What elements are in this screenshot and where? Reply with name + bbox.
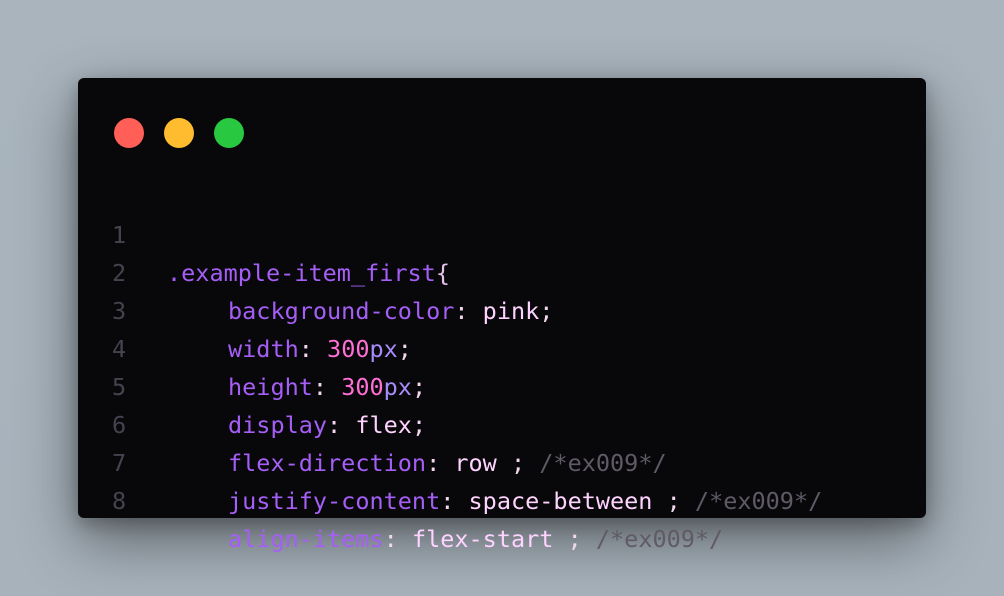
- line-content: align-items: flex-start ; /*ex009*/: [167, 520, 723, 558]
- code-line: 4 height: 300px;: [78, 292, 926, 401]
- code-line: 5 display: flex;: [78, 330, 926, 439]
- code-line: 8 align-items: flex-start ; /*ex009*/: [78, 444, 926, 553]
- line-number: 8: [112, 487, 127, 515]
- code-window: 1 .example-item_first{ 2 background-colo…: [78, 78, 926, 553]
- colon: :: [383, 525, 412, 553]
- code-line: 1 .example-item_first{: [78, 178, 926, 287]
- maximize-button[interactable]: [214, 118, 244, 148]
- css-property: align-items: [228, 525, 384, 553]
- code-line: 3 width: 300px;: [78, 254, 926, 363]
- semicolon: ;: [553, 525, 582, 553]
- code-comment: /*ex009*/: [694, 487, 823, 515]
- code-line: 7 justify-content: space-between ; /*ex0…: [78, 406, 926, 515]
- code-line: 2 background-color: pink;: [78, 216, 926, 325]
- css-property: justify-content: [228, 487, 441, 515]
- semicolon: ;: [652, 487, 681, 515]
- colon: :: [440, 487, 469, 515]
- css-value: flex-start: [411, 525, 554, 553]
- code-block: 1 .example-item_first{ 2 background-colo…: [78, 178, 926, 553]
- code-line: 6 flex-direction: row ; /*ex009*/: [78, 368, 926, 477]
- line-content: justify-content: space-between ; /*ex009…: [167, 482, 822, 520]
- minimize-button[interactable]: [164, 118, 194, 148]
- css-value: space-between: [468, 487, 653, 515]
- code-comment: /*ex009*/: [595, 525, 724, 553]
- close-button[interactable]: [114, 118, 144, 148]
